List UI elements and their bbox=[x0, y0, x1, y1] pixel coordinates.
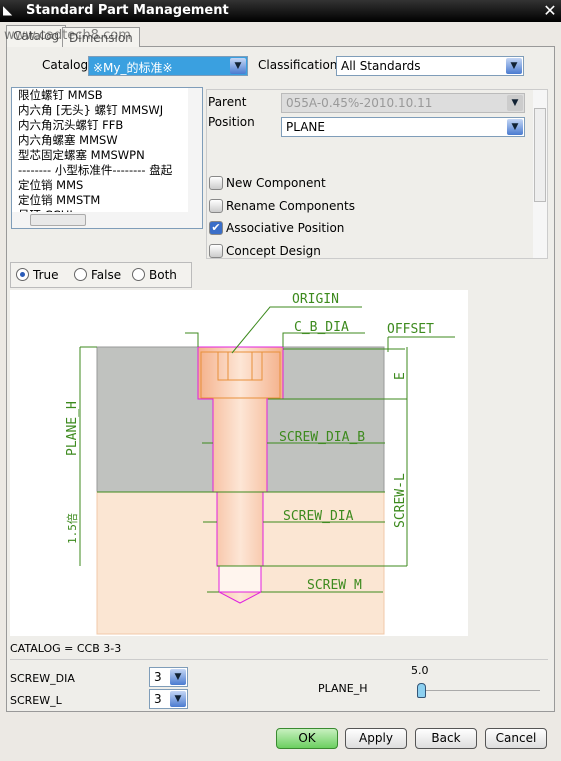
list-item[interactable]: 内六角 [无头} 螺钉 MMSWJ bbox=[15, 103, 202, 118]
list-item[interactable]: 定位销 MMS bbox=[15, 178, 202, 193]
label-offset: OFFSET bbox=[387, 322, 434, 337]
position-select[interactable]: PLANE ▼ bbox=[281, 117, 525, 137]
classification-label: Classification bbox=[258, 58, 338, 72]
list-hscrollbar[interactable] bbox=[12, 212, 202, 228]
chevron-down-icon: ▼ bbox=[170, 669, 186, 685]
list-vscrollbar[interactable] bbox=[188, 88, 202, 212]
parent-value: 055A-0.45%-2010.10.11 bbox=[286, 96, 433, 110]
radio-true[interactable] bbox=[16, 268, 29, 281]
chevron-down-icon: ▼ bbox=[507, 95, 523, 111]
checkbox-label: New Component bbox=[226, 176, 326, 190]
chevron-down-icon: ▼ bbox=[230, 58, 246, 74]
catalog-value: ※My_的标准※ bbox=[93, 61, 173, 75]
radio-label: True bbox=[33, 268, 59, 282]
chevron-down-icon: ▼ bbox=[507, 119, 523, 135]
checkbox-label: Rename Components bbox=[226, 198, 355, 213]
cancel-button[interactable]: Cancel bbox=[485, 728, 547, 749]
checkbox-1[interactable] bbox=[209, 198, 223, 213]
position-value: PLANE bbox=[286, 120, 325, 134]
catalog-select[interactable]: ※My_的标准※ ▼ bbox=[88, 56, 248, 76]
apply-button[interactable]: Apply bbox=[345, 728, 407, 749]
window-title: Standard Part Management bbox=[26, 3, 229, 18]
screw-l-value: 3 bbox=[154, 692, 162, 706]
close-icon[interactable]: ✕ bbox=[541, 2, 559, 20]
label-plane-h: PLANE_H bbox=[65, 401, 80, 456]
watermark: www.cadtech8.com bbox=[4, 28, 131, 43]
screw-dia-select[interactable]: 3 ▼ bbox=[149, 667, 188, 687]
screw-l-label: SCREW_L bbox=[10, 694, 62, 707]
title-bar: ◣ Standard Part Management ✕ bbox=[0, 0, 561, 22]
position-label: Position bbox=[208, 115, 255, 129]
plane-h-label: PLANE_H bbox=[318, 682, 368, 695]
list-item[interactable]: 内六角沉头螺钉 FFB bbox=[15, 118, 202, 133]
radio-false[interactable] bbox=[74, 268, 87, 281]
label-cb-dia: C_B_DIA bbox=[294, 320, 349, 335]
radio-label: Both bbox=[149, 268, 177, 282]
label-e: E bbox=[393, 372, 408, 380]
parent-select: 055A-0.45%-2010.10.11 ▼ bbox=[281, 93, 525, 113]
back-button[interactable]: Back bbox=[415, 728, 477, 749]
list-item[interactable]: 内六角螺塞 MMSW bbox=[15, 133, 202, 148]
catalog-info: CATALOG = CCB 3-3 bbox=[10, 642, 122, 655]
parts-list[interactable]: 限位螺钉 MMSB 内六角 [无头} 螺钉 MMSWJ 内六角沉头螺钉 FFB 内六角… bbox=[11, 87, 203, 229]
screw-dia-label: SCREW_DIA bbox=[10, 672, 75, 685]
label-ratio: 1.5倍 bbox=[65, 513, 79, 544]
label-screw-l: SCREW-L bbox=[393, 473, 408, 528]
checkbox-label: Concept Design bbox=[226, 243, 321, 258]
radio-label: False bbox=[91, 268, 122, 282]
app-icon: ◣ bbox=[3, 3, 13, 17]
part-diagram: ORIGIN C_B_DIA OFFSET SCREW_DIA_B SCREW_… bbox=[10, 290, 468, 636]
list-item[interactable]: -------- 小型标准件-------- 盘起 bbox=[15, 163, 202, 178]
divider bbox=[10, 659, 548, 660]
chevron-down-icon: ▼ bbox=[170, 691, 186, 707]
list-item[interactable]: 限位螺钉 MMSB bbox=[15, 88, 202, 103]
plane-h-value: 5.0 bbox=[411, 664, 429, 677]
list-item[interactable]: 型芯固定螺塞 MMSWPN bbox=[15, 148, 202, 163]
options-scrollbar[interactable] bbox=[533, 90, 547, 258]
classification-select[interactable]: All Standards ▼ bbox=[336, 56, 524, 76]
checkbox-label: Associative Position bbox=[226, 221, 345, 235]
checkbox-2[interactable]: ✔ bbox=[209, 221, 223, 235]
catalog-label: Catalog bbox=[42, 58, 89, 72]
label-screw-m: SCREW_M bbox=[307, 578, 362, 593]
classification-value: All Standards bbox=[341, 59, 421, 73]
radio-both[interactable] bbox=[132, 268, 145, 281]
chevron-down-icon: ▼ bbox=[506, 58, 522, 74]
plane-h-slider-thumb[interactable] bbox=[417, 683, 426, 698]
checkbox-0[interactable] bbox=[209, 176, 223, 190]
label-screw-dia-b: SCREW_DIA_B bbox=[279, 430, 365, 445]
plane-h-slider-track[interactable] bbox=[420, 690, 540, 691]
ok-button[interactable]: OK bbox=[276, 728, 338, 749]
list-item[interactable]: 定位销 MMSTM bbox=[15, 193, 202, 208]
parent-label: Parent bbox=[208, 95, 247, 109]
screw-l-select[interactable]: 3 ▼ bbox=[149, 689, 188, 709]
label-origin: ORIGIN bbox=[292, 292, 339, 307]
label-screw-dia: SCREW_DIA bbox=[283, 509, 354, 524]
screw-dia-value: 3 bbox=[154, 670, 162, 684]
checkbox-3[interactable] bbox=[209, 243, 223, 258]
